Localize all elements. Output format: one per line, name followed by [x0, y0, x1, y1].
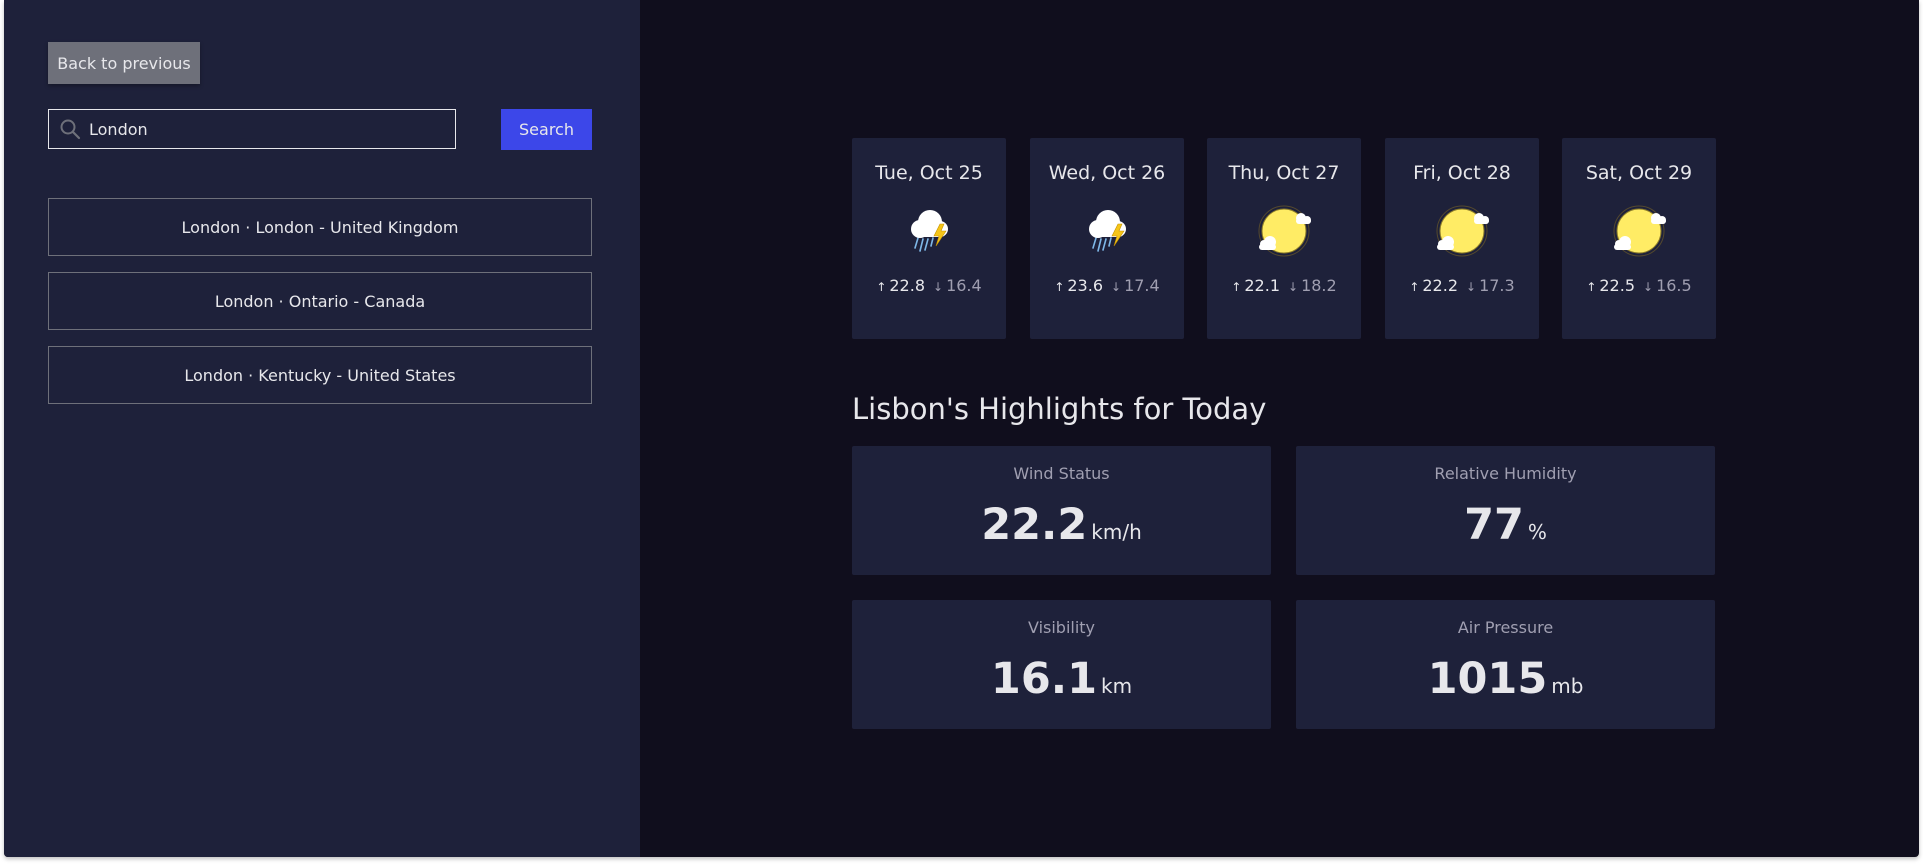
visibility-label: Visibility — [1027, 618, 1096, 637]
min-temp: 16.4 — [946, 276, 982, 295]
temperature-range: ↑ 22.5 ↓ 16.5 — [1562, 276, 1716, 295]
max-temp: 23.6 — [1067, 276, 1103, 295]
max-temp: 22.8 — [889, 276, 925, 295]
forecast-date: Wed, Oct 26 — [1048, 162, 1166, 184]
max-temp: 22.2 — [1422, 276, 1458, 295]
humidity-value: 77 — [1464, 500, 1524, 550]
forecast-date: Thu, Oct 27 — [1228, 162, 1340, 184]
arrow-up-icon: ↑ — [1586, 280, 1597, 294]
visibility-card: Visibility 16.1 km — [852, 600, 1271, 729]
temperature-range: ↑ 22.8 ↓ 16.4 — [852, 276, 1006, 295]
arrow-up-icon: ↑ — [1054, 280, 1065, 294]
wind-status-unit: km/h — [1091, 520, 1142, 544]
air-pressure-card: Air Pressure 1015 mb — [1296, 600, 1715, 729]
search-icon — [59, 118, 81, 140]
arrow-up-icon: ↑ — [1409, 280, 1420, 294]
temperature-range: ↑ 22.1 ↓ 18.2 — [1207, 276, 1361, 295]
forecast-card: Wed, Oct 26 ↑ 23.6 ↓ 17.4 — [1030, 138, 1184, 339]
forecast-card: Tue, Oct 25 ↑ 22.8 ↓ 16.4 — [852, 138, 1006, 339]
wind-status-card: Wind Status 22.2 km/h — [852, 446, 1271, 575]
search-sidebar: Back to previous Search London · London … — [4, 0, 640, 857]
thunderstorm-icon — [1089, 210, 1126, 252]
arrow-down-icon: ↓ — [1111, 280, 1122, 294]
wind-status-value: 22.2 — [981, 500, 1088, 550]
search-result-item[interactable]: London · London - United Kingdom — [48, 198, 592, 256]
arrow-up-icon: ↑ — [1231, 280, 1242, 294]
temperature-range: ↑ 23.6 ↓ 17.4 — [1030, 276, 1184, 295]
forecast-card: Fri, Oct 28 ↑ 22.2 ↓ 17.3 — [1385, 138, 1539, 339]
visibility-unit: km — [1101, 674, 1133, 698]
min-temp: 17.4 — [1124, 276, 1160, 295]
forecast-date: Tue, Oct 25 — [875, 162, 983, 184]
arrow-down-icon: ↓ — [933, 280, 944, 294]
sun-clouds-icon — [1613, 205, 1666, 257]
humidity-card: Relative Humidity 77% — [1296, 446, 1715, 575]
back-button[interactable]: Back to previous — [48, 42, 200, 84]
thunderstorm-icon — [911, 210, 948, 252]
sun-clouds-icon — [1436, 205, 1489, 257]
search-field[interactable] — [48, 109, 456, 149]
humidity-label: Relative Humidity — [1434, 464, 1577, 483]
air-pressure-unit: mb — [1551, 674, 1584, 698]
air-pressure-value: 1015 — [1427, 654, 1548, 704]
sun-clouds-icon — [1258, 205, 1311, 257]
arrow-down-icon: ↓ — [1466, 280, 1477, 294]
min-temp: 18.2 — [1301, 276, 1337, 295]
forecast-card: Sat, Oct 29 ↑ 22.5 ↓ 16.5 — [1562, 138, 1716, 339]
air-pressure-label: Air Pressure — [1457, 618, 1554, 637]
visibility-value: 16.1 — [990, 654, 1097, 704]
arrow-down-icon: ↓ — [1288, 280, 1299, 294]
search-result-item[interactable]: London · Kentucky - United States — [48, 346, 592, 404]
max-temp: 22.5 — [1599, 276, 1635, 295]
main-panel: Tue, Oct 25 ↑ 22.8 ↓ 16.4 Wed, Oct 26 ↑ … — [640, 0, 1919, 857]
forecast-date: Fri, Oct 28 — [1413, 162, 1511, 184]
wind-status-label: Wind Status — [1013, 464, 1110, 483]
arrow-down-icon: ↓ — [1643, 280, 1654, 294]
min-temp: 16.5 — [1656, 276, 1692, 295]
highlights-title: Lisbon's Highlights for Today — [852, 392, 1267, 426]
search-input[interactable] — [89, 119, 429, 139]
min-temp: 17.3 — [1479, 276, 1515, 295]
weather-app: Back to previous Search London · London … — [4, 0, 1919, 857]
temperature-range: ↑ 22.2 ↓ 17.3 — [1385, 276, 1539, 295]
humidity-unit: % — [1527, 520, 1547, 544]
forecast-date: Sat, Oct 29 — [1585, 162, 1693, 184]
search-result-item[interactable]: London · Ontario - Canada — [48, 272, 592, 330]
arrow-up-icon: ↑ — [876, 280, 887, 294]
search-button[interactable]: Search — [501, 109, 592, 150]
max-temp: 22.1 — [1244, 276, 1280, 295]
forecast-card: Thu, Oct 27 ↑ 22.1 ↓ 18.2 — [1207, 138, 1361, 339]
